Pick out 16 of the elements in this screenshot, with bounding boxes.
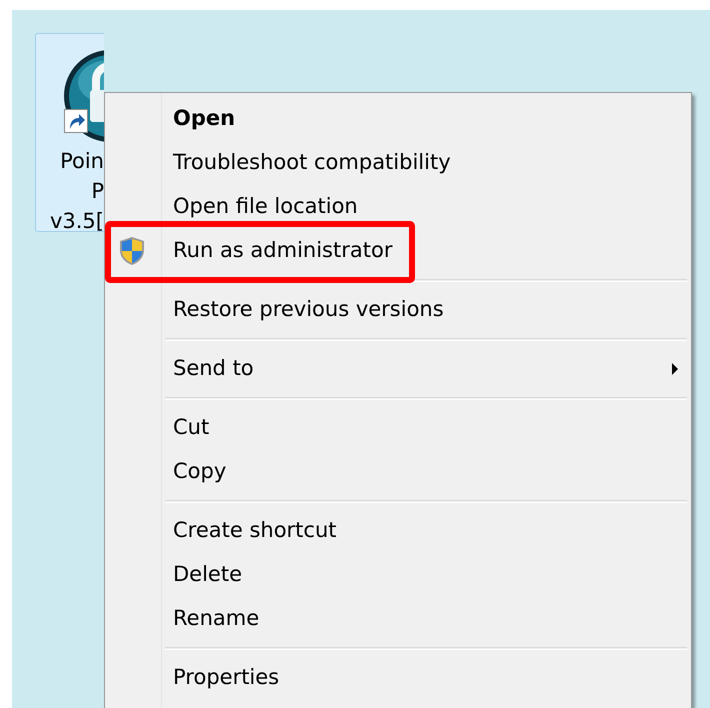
- menu-item[interactable]: Copy: [113, 458, 238, 486]
- menu-item[interactable]: Properties: [113, 664, 292, 692]
- icon-label: v3.5[: [50, 208, 104, 235]
- menu-item[interactable]: Cut: [113, 414, 222, 442]
- menu-item[interactable]: Run as administrator: [113, 237, 404, 265]
- menu-item[interactable]: Rename: [113, 605, 272, 633]
- menu-item[interactable]: Open: [113, 105, 248, 133]
- menu-item[interactable]: Open file location: [113, 193, 370, 221]
- menu-item[interactable]: Troubleshoot compatibility: [113, 149, 463, 177]
- menu-item[interactable]: Delete: [113, 561, 254, 589]
- menu-item[interactable]: Create shortcut: [113, 517, 349, 545]
- icon-label: P: [91, 178, 104, 205]
- desktop-shortcut[interactable]: Poin P v3.5[: [35, 33, 104, 232]
- menu-item[interactable]: Restore previous versions: [113, 296, 456, 324]
- icon-label: Poin: [60, 148, 104, 175]
- menu-item[interactable]: Send to: [113, 355, 691, 383]
